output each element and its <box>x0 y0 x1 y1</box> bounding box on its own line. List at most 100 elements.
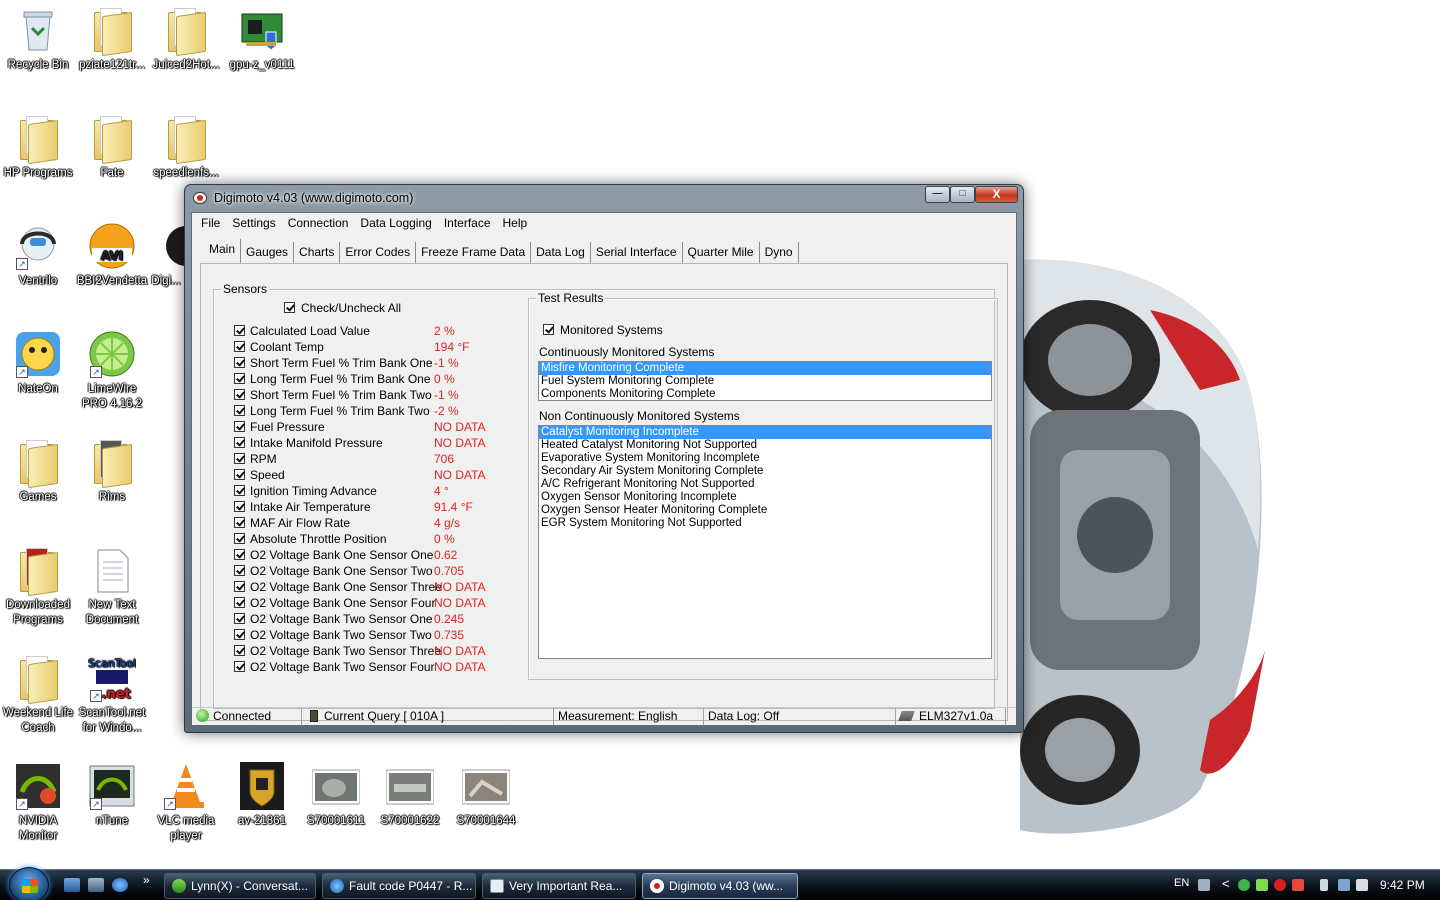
sensor-checkbox[interactable] <box>234 565 245 576</box>
check-all-checkbox[interactable]: Check/Uncheck All <box>284 301 401 315</box>
minimize-button[interactable]: — <box>925 186 950 203</box>
tab-error-codes[interactable]: Error Codes <box>340 242 417 263</box>
sensor-checkbox[interactable] <box>234 405 245 416</box>
sensor-checkbox[interactable] <box>234 453 245 464</box>
show-desktop-icon[interactable] <box>64 878 80 892</box>
battery-icon[interactable] <box>1320 879 1328 891</box>
sensor-checkbox[interactable] <box>234 485 245 496</box>
list-item[interactable]: Secondary Air System Monitoring Complete <box>539 465 991 478</box>
desktop-icon-av-21861[interactable]: av-21861 <box>224 760 300 829</box>
maximize-button[interactable]: □ <box>950 186 975 203</box>
monitored-systems-checkbox[interactable]: Monitored Systems <box>543 323 663 337</box>
desktop-icon-gpu-z[interactable]: gpu-z_v0111 <box>224 4 300 73</box>
keyboard-icon[interactable] <box>1198 879 1210 891</box>
desktop-icon-fate[interactable]: Fate <box>74 112 150 181</box>
tab-gauges[interactable]: Gauges <box>241 242 295 263</box>
desktop-icon-nvidia-monitor[interactable]: ↗ NVIDIA Monitor <box>0 760 76 844</box>
list-item[interactable]: Evaporative System Monitoring Incomplete <box>539 452 991 465</box>
menu-data-logging[interactable]: Data Logging <box>354 213 437 235</box>
desktop-icon-juiced2hot[interactable]: Juiced2Hot... <box>148 4 224 73</box>
quick-launch-chevron-icon[interactable]: » <box>143 873 150 887</box>
clock[interactable]: 9:42 PM <box>1380 878 1425 892</box>
taskbar-button-notepad[interactable]: Very Important Rea... <box>482 873 636 899</box>
menu-help[interactable]: Help <box>497 213 534 235</box>
desktop-icon-ntune[interactable]: ↗ nTune <box>74 760 150 829</box>
title-bar[interactable]: Digimoto v4.03 (www.digimoto.com) — □ X <box>185 185 1023 213</box>
desktop-icon-new-text-document[interactable]: New Text Document <box>74 544 150 628</box>
desktop-icon-vlc[interactable]: ↗ VLC media player <box>148 760 224 844</box>
list-item[interactable]: Heated Catalyst Monitoring Not Supported <box>539 439 991 452</box>
sensor-checkbox[interactable] <box>234 645 245 656</box>
taskbar-button-digimoto[interactable]: Digimoto v4.03 (ww... <box>642 873 798 899</box>
desktop-icon-scantool[interactable]: ScanTool .net ↗ ScanTool.net for Windo... <box>74 652 150 736</box>
sensor-checkbox[interactable] <box>234 629 245 640</box>
taskbar-button-conversation[interactable]: Lynn(X) - Conversat... <box>164 873 316 899</box>
start-button[interactable] <box>9 867 49 900</box>
sensor-checkbox[interactable] <box>234 581 245 592</box>
desktop-icon-hp-programs[interactable]: HP Programs <box>0 112 76 181</box>
sensor-checkbox[interactable] <box>234 437 245 448</box>
desktop-icon-digimoto[interactable]: Digi... <box>148 220 184 289</box>
sensor-checkbox[interactable] <box>234 341 245 352</box>
desktop-icon-downloaded-programs[interactable]: Downloaded Programs <box>0 544 76 628</box>
list-item[interactable]: Components Monitoring Complete <box>539 388 991 401</box>
tab-dyno[interactable]: Dyno <box>760 242 799 263</box>
internet-explorer-icon[interactable] <box>112 878 128 892</box>
list-item[interactable]: Catalyst Monitoring Incomplete <box>539 426 991 439</box>
tab-data-log[interactable]: Data Log <box>531 242 591 263</box>
desktop-icon-pziate[interactable]: pziate121tr... <box>74 4 150 73</box>
sensor-checkbox[interactable] <box>234 533 245 544</box>
tray-red-icon[interactable] <box>1274 879 1286 891</box>
messenger-tray-icon[interactable] <box>1256 879 1268 891</box>
desktop-icon-weekend-life-coach[interactable]: Weekend Life Coach <box>0 652 76 736</box>
desktop-icon-speedlenfs[interactable]: speedlenfs... <box>148 112 224 181</box>
tab-freeze-frame-data[interactable]: Freeze Frame Data <box>416 242 532 263</box>
list-item[interactable]: A/C Refrigerant Monitoring Not Supported <box>539 478 991 491</box>
desktop-icon-s70001644[interactable]: S70001644 <box>448 760 524 829</box>
tab-quarter-mile[interactable]: Quarter Mile <box>683 242 760 263</box>
list-item[interactable]: Fuel System Monitoring Complete <box>539 375 991 388</box>
sensor-checkbox[interactable] <box>234 389 245 400</box>
sensor-checkbox[interactable] <box>234 325 245 336</box>
sensor-checkbox[interactable] <box>234 357 245 368</box>
desktop-icon-recycle-bin[interactable]: Recycle Bin <box>0 4 76 73</box>
desktop-icon-ventrilo[interactable]: ↗ Ventrilo <box>0 220 76 289</box>
sensor-checkbox[interactable] <box>234 517 245 528</box>
checkbox-checked-icon[interactable] <box>284 302 295 313</box>
sensor-checkbox[interactable] <box>234 469 245 480</box>
tab-serial-interface[interactable]: Serial Interface <box>591 242 683 263</box>
sensor-checkbox[interactable] <box>234 549 245 560</box>
menu-connection[interactable]: Connection <box>282 213 355 235</box>
tab-charts[interactable]: Charts <box>294 242 341 263</box>
tab-main[interactable]: Main <box>204 239 242 263</box>
desktop-icon-games[interactable]: Games <box>0 436 76 505</box>
tray-green-icon[interactable] <box>1238 879 1250 891</box>
close-button[interactable]: X <box>975 186 1018 203</box>
desktop-icon-rims[interactable]: Rims <box>74 436 150 505</box>
sensor-checkbox[interactable] <box>234 597 245 608</box>
tray-shield-icon[interactable] <box>1292 879 1304 891</box>
noncontinuous-systems-listbox[interactable]: Catalyst Monitoring Incomplete Heated Ca… <box>538 425 992 659</box>
digimoto-app-icon[interactable] <box>193 192 207 204</box>
continuous-systems-listbox[interactable]: Misfire Monitoring Complete Fuel System … <box>538 361 992 401</box>
desktop-icon-nateon[interactable]: ↗ NateOn <box>0 328 76 397</box>
network-icon[interactable] <box>1338 879 1350 891</box>
list-item[interactable]: Oxygen Sensor Monitoring Incomplete <box>539 491 991 504</box>
sensor-checkbox[interactable] <box>234 661 245 672</box>
desktop-icon-s70001622[interactable]: S70001622 <box>372 760 448 829</box>
sensor-checkbox[interactable] <box>234 421 245 432</box>
checkbox-checked-icon[interactable] <box>543 324 554 335</box>
desktop-icon-s70001611[interactable]: S70001611 <box>298 760 374 829</box>
list-item[interactable]: Misfire Monitoring Complete <box>539 362 991 375</box>
list-item[interactable]: EGR System Monitoring Not Supported <box>539 517 991 530</box>
volume-icon[interactable] <box>1356 879 1368 891</box>
taskbar-button-fault-code[interactable]: Fault code P0447 - R... <box>322 873 476 899</box>
menu-file[interactable]: File <box>195 213 226 235</box>
language-indicator[interactable]: EN <box>1174 877 1189 889</box>
switch-windows-icon[interactable] <box>88 878 104 892</box>
menu-interface[interactable]: Interface <box>438 213 497 235</box>
desktop-icon-bbi2vendetta[interactable]: AVI BBI2Vendetta <box>74 220 150 289</box>
sensor-checkbox[interactable] <box>234 613 245 624</box>
sensor-checkbox[interactable] <box>234 373 245 384</box>
tray-expand-chevron-icon[interactable]: < <box>1222 876 1230 891</box>
